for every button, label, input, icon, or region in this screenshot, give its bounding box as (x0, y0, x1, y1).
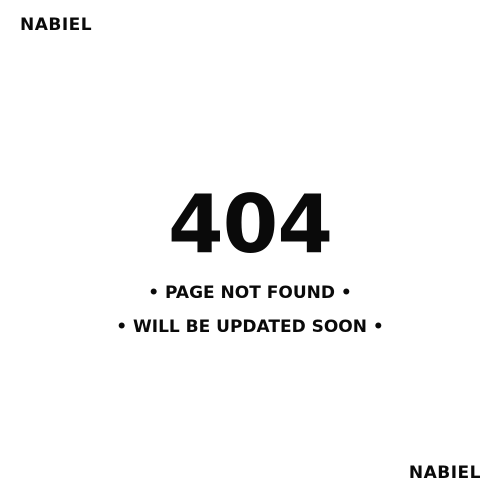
brand-logo-bottom: NABIEL (408, 463, 481, 483)
error-code: 404 (168, 178, 333, 271)
brand-logo-top: NABIEL (20, 15, 93, 35)
error-page: NABIEL 404 • PAGE NOT FOUND • • WILL BE … (0, 0, 500, 500)
error-message-secondary: • WILL BE UPDATED SOON • (116, 317, 384, 337)
error-message-primary: • PAGE NOT FOUND • (148, 283, 352, 303)
